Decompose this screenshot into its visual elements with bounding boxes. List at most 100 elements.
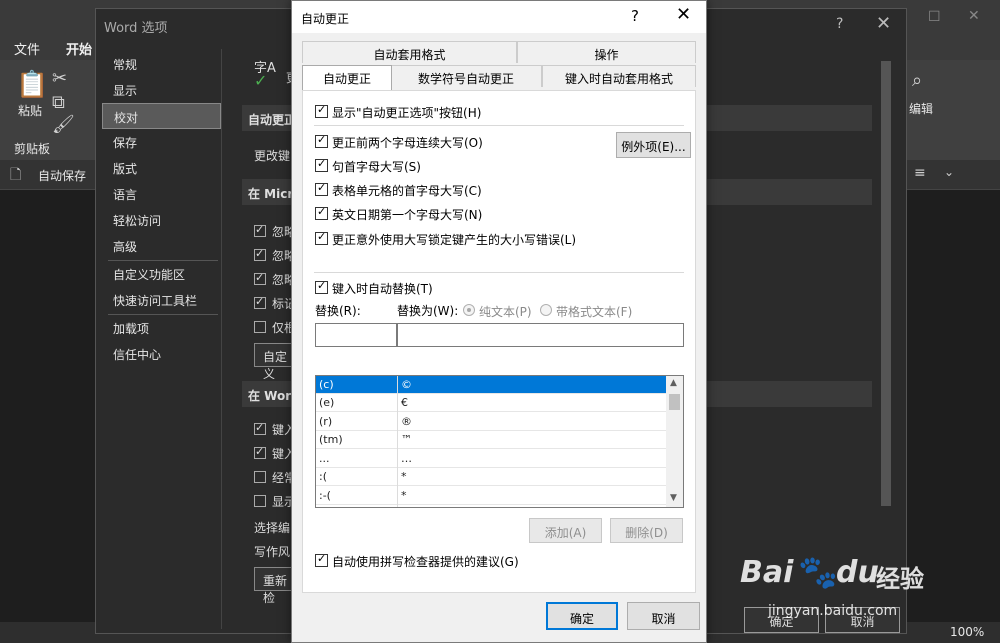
plain-text-radio[interactable] <box>463 304 475 316</box>
main-dict-only-checkbox[interactable] <box>254 321 266 333</box>
ok-button[interactable]: 确定 <box>546 602 618 630</box>
custom-dict-button[interactable]: 自定义 <box>254 343 294 381</box>
word-options-title: Word 选项 <box>104 21 168 36</box>
mark-grammar-checkbox[interactable] <box>254 445 266 459</box>
table-row[interactable]: (tm) ™ <box>316 431 666 449</box>
formatted-text-radio[interactable] <box>540 304 552 316</box>
restore-icon[interactable]: ☐ <box>928 9 941 25</box>
baidu-watermark: Bai 🐾 du 经验 jingyan.baidu.com <box>740 553 940 625</box>
table-row[interactable]: ... … <box>316 450 666 468</box>
cut-icon[interactable]: ✂ <box>52 68 67 89</box>
show-options-buttons-checkbox[interactable] <box>315 103 328 118</box>
two-initial-caps-label[interactable]: 更正前两个字母连续大写(O) <box>332 134 483 151</box>
nav-item-display[interactable]: 显示 <box>102 77 221 103</box>
nav-item-customize-ribbon[interactable]: 自定义功能区 <box>102 261 221 287</box>
capitalize-sentence-checkbox[interactable] <box>315 157 328 172</box>
cancel-button[interactable]: 取消 <box>627 602 700 630</box>
table-row[interactable]: (r) ® <box>316 413 666 431</box>
check-spelling-checkbox[interactable] <box>254 421 266 435</box>
align-icon[interactable]: ≡ <box>914 165 926 181</box>
with-input[interactable] <box>397 323 684 347</box>
search-icon[interactable]: ⌕ <box>912 70 922 91</box>
nav-item-save[interactable]: 保存 <box>102 129 221 155</box>
exceptions-button[interactable]: 例外项(E)... <box>616 132 691 158</box>
scroll-down-icon[interactable]: ▼ <box>670 493 677 503</box>
watermark-brand: Bai <box>740 555 794 590</box>
ignore-uppercase-checkbox[interactable] <box>254 223 266 237</box>
show-options-buttons-label[interactable]: 显示"自动更正选项"按钮(H) <box>332 104 481 121</box>
replace-as-type-checkbox[interactable] <box>315 279 328 294</box>
recheck-button[interactable]: 重新检 <box>254 567 294 605</box>
delete-button[interactable]: 删除(D) <box>610 518 683 543</box>
copy-icon[interactable]: ⧉ <box>52 92 65 113</box>
autosave-label[interactable]: 自动保存 <box>38 167 86 184</box>
autocorrect-entries-list[interactable]: (c) © (e) € (r) ® (tm) ™ ... … :( * :-( … <box>315 375 684 508</box>
watermark-url: jingyan.baidu.com <box>768 603 898 619</box>
option-label: 写作风 <box>254 545 291 559</box>
flag-repeated-checkbox[interactable] <box>254 295 266 309</box>
caps-lock-checkbox[interactable] <box>315 230 328 245</box>
scrollbar-thumb[interactable] <box>669 394 680 410</box>
help-icon[interactable]: ? <box>631 7 639 25</box>
capitalize-days-label[interactable]: 英文日期第一个字母大写(N) <box>332 206 482 223</box>
close-icon[interactable]: ✕ <box>676 4 691 25</box>
capitalize-days-checkbox[interactable] <box>315 205 328 220</box>
nav-item-proofing[interactable]: 校对 <box>102 103 221 129</box>
watermark-du: du <box>836 555 879 590</box>
edit-group-label[interactable]: 编辑 <box>909 100 933 117</box>
nav-item-trust-center[interactable]: 信任中心 <box>102 341 221 367</box>
confused-words-checkbox[interactable] <box>254 471 266 483</box>
tab-autocorrect[interactable]: 自动更正 <box>302 65 392 90</box>
entry-with: ™ <box>401 433 412 446</box>
nav-item-quick-access[interactable]: 快速访问工具栏 <box>102 287 221 313</box>
options-scrollbar[interactable] <box>881 61 891 506</box>
table-row[interactable]: (e) € <box>316 394 666 412</box>
two-initial-caps-checkbox[interactable] <box>315 133 328 148</box>
entry-with: … <box>401 452 412 465</box>
zoom-level[interactable]: 100% <box>950 625 984 639</box>
add-button[interactable]: 添加(A) <box>529 518 602 543</box>
formatted-text-label[interactable]: 带格式文本(F) <box>556 303 632 320</box>
nav-item-general[interactable]: 常规 <box>102 51 221 77</box>
nav-item-language[interactable]: 语言 <box>102 181 221 207</box>
qat-dropdown-icon[interactable]: ⌄ <box>944 165 954 179</box>
close-icon[interactable]: ✕ <box>968 8 980 24</box>
capitalize-sentence-label[interactable]: 句首字母大写(S) <box>332 158 421 175</box>
close-icon[interactable]: ✕ <box>876 13 891 34</box>
tab-autoformat[interactable]: 自动套用格式 <box>302 41 517 63</box>
readability-checkbox[interactable] <box>254 495 266 507</box>
entry-replace: (c) <box>319 378 334 391</box>
paste-label[interactable]: 粘贴 <box>18 102 42 119</box>
scroll-up-icon[interactable]: ▲ <box>670 378 677 388</box>
paste-icon[interactable]: 📋 <box>16 70 48 100</box>
capitalize-table-cells-checkbox[interactable] <box>315 181 328 196</box>
tab-home[interactable]: 开始 <box>66 39 92 58</box>
tab-actions[interactable]: 操作 <box>517 41 696 63</box>
spell-suggest-label[interactable]: 自动使用拼写检查器提供的建议(G) <box>332 553 519 570</box>
tab-autoformat-as-type[interactable]: 键入时自动套用格式 <box>542 65 696 87</box>
nav-item-addins[interactable]: 加载项 <box>102 315 221 341</box>
nav-item-accessibility[interactable]: 轻松访问 <box>102 207 221 233</box>
nav-item-layout[interactable]: 版式 <box>102 155 221 181</box>
table-row[interactable]: :-( * <box>316 487 666 505</box>
format-painter-icon[interactable]: 🖌 <box>52 114 75 135</box>
table-row[interactable]: (c) © <box>316 376 666 394</box>
list-scrollbar[interactable]: ▲ ▼ <box>666 376 683 507</box>
spell-suggest-checkbox[interactable] <box>315 552 328 567</box>
ignore-numbers-checkbox[interactable] <box>254 247 266 261</box>
nav-item-advanced[interactable]: 高级 <box>102 233 221 259</box>
help-icon[interactable]: ? <box>836 16 843 32</box>
entry-with: * <box>401 489 407 502</box>
plain-text-label[interactable]: 纯文本(P) <box>479 303 532 320</box>
check-icon: ✓ <box>254 71 268 90</box>
ignore-urls-checkbox[interactable] <box>254 271 266 285</box>
tab-file[interactable]: 文件 <box>14 39 40 58</box>
table-row[interactable]: :( * <box>316 468 666 486</box>
tab-math-autocorrect[interactable]: 数学符号自动更正 <box>390 65 542 87</box>
column-divider <box>397 376 398 507</box>
capitalize-table-cells-label[interactable]: 表格单元格的首字母大写(C) <box>332 182 482 199</box>
paw-icon: 🐾 <box>798 553 838 591</box>
caps-lock-label[interactable]: 更正意外使用大写锁定键产生的大小写错误(L) <box>332 231 576 248</box>
replace-as-type-label[interactable]: 键入时自动替换(T) <box>332 280 433 297</box>
replace-input[interactable] <box>315 323 397 347</box>
